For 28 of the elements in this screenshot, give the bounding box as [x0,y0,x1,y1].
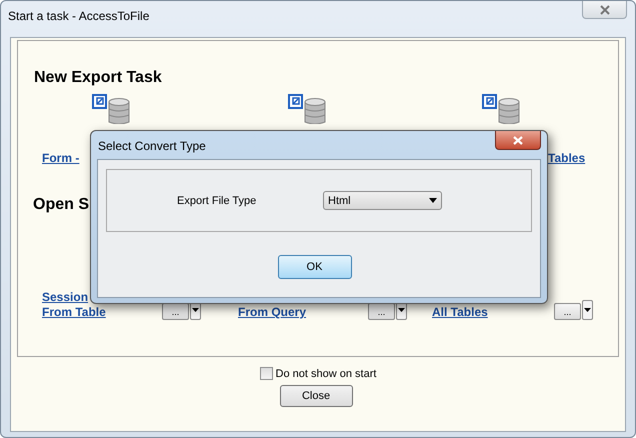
caret-icon [192,308,199,312]
section-heading: Open S [33,195,90,215]
export-link[interactable]: Tables [548,151,618,166]
open-link[interactable]: From Query [238,305,368,320]
close-button[interactable] [495,131,541,150]
file-type-dropdown[interactable]: Html [323,191,442,210]
open-link[interactable]: All Tables [432,305,554,320]
database-icon[interactable] [92,94,130,124]
open-link[interactable]: From Table [42,305,162,320]
checkbox-label: Do not show on start [276,368,376,380]
close-icon [512,136,524,144]
browse-button[interactable]: ... [162,303,189,320]
field-label: Export File Type [177,194,258,206]
database-icon[interactable] [482,94,520,124]
database-icon[interactable] [288,94,326,124]
close-icon [598,4,612,14]
ok-button[interactable]: OK [278,255,352,279]
browse-button[interactable]: ... [368,303,395,320]
dropdown-button[interactable] [582,300,593,320]
close-button[interactable]: Close [280,385,352,407]
browse-button[interactable]: ... [554,303,581,320]
caret-icon [398,308,405,312]
section-heading: New Export Task [34,68,162,88]
window-title: Start a task - AccessToFile [8,9,150,23]
checkbox[interactable] [260,367,273,380]
caret-icon [584,308,591,312]
dialog-title: Select Convert Type [98,139,206,153]
caret-icon [429,198,437,203]
